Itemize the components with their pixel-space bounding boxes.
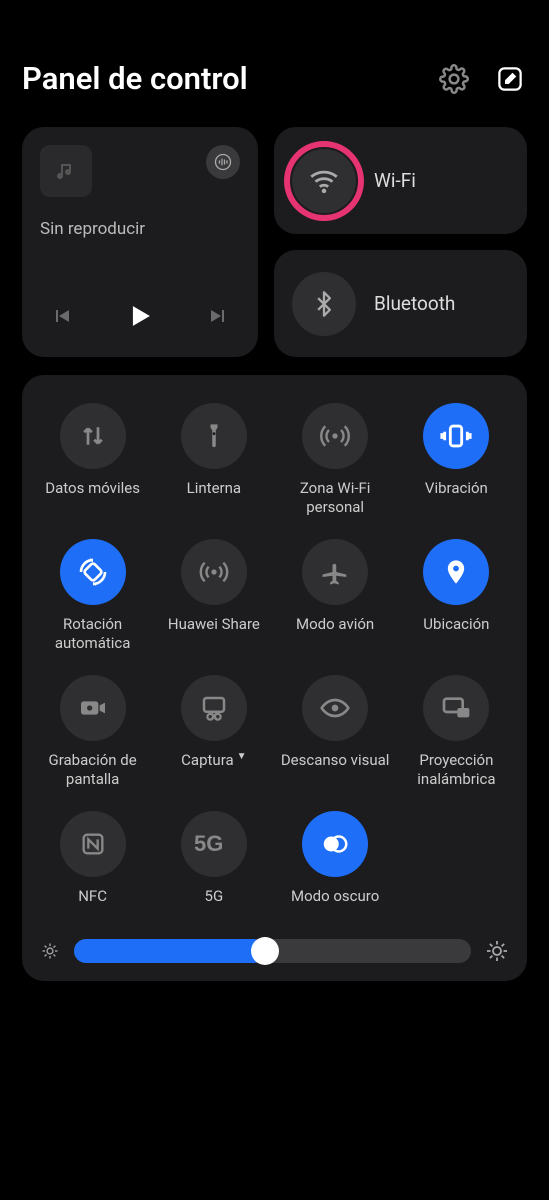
screenrec-icon <box>60 675 126 741</box>
tile-airplane[interactable]: Modo avión <box>279 539 392 653</box>
darkmode-icon <box>302 811 368 877</box>
tile-cast[interactable]: Proyección inalámbrica <box>400 675 513 789</box>
media-play-button[interactable] <box>123 299 157 333</box>
brightness-slider[interactable] <box>74 939 471 963</box>
tile-darkmode[interactable]: Modo oscuro <box>279 811 392 925</box>
play-icon <box>123 299 157 333</box>
brightness-high-icon <box>485 939 509 963</box>
data-arrows-icon <box>60 403 126 469</box>
brightness-fill <box>74 939 265 963</box>
header: Panel de control <box>22 0 527 127</box>
tile-huaweishare[interactable]: Huawei Share <box>157 539 270 653</box>
screenshot-icon <box>181 675 247 741</box>
bluetooth-toggle[interactable]: Bluetooth <box>274 250 527 357</box>
page-title: Panel de control <box>22 60 248 97</box>
tile-flashlight[interactable]: Linterna <box>157 403 270 517</box>
gear-icon <box>439 64 469 94</box>
media-next-button[interactable] <box>206 304 230 328</box>
fiveg-icon: 5G <box>181 811 247 877</box>
tile-label: Captura▼ <box>181 751 246 789</box>
cast-icon <box>423 675 489 741</box>
tile-label: 5G <box>205 887 224 925</box>
quick-tiles-grid: Datos móviles Linterna Zona Wi-Fi personal… <box>36 403 513 925</box>
nfc-icon <box>60 811 126 877</box>
tile-mobile-data[interactable]: Datos móviles <box>36 403 149 517</box>
media-controls <box>40 299 240 339</box>
airplane-icon <box>302 539 368 605</box>
tile-vibration[interactable]: Vibración <box>400 403 513 517</box>
brightness-row <box>36 939 513 963</box>
wifi-icon-wrap <box>292 149 356 213</box>
hotspot-icon <box>302 403 368 469</box>
tile-label: Modo oscuro <box>291 887 379 925</box>
media-card[interactable]: Sin reproducir <box>22 127 258 357</box>
audio-output-icon <box>213 152 233 172</box>
media-top <box>40 145 240 197</box>
tile-fiveg[interactable]: 5G 5G <box>157 811 270 925</box>
media-output-button[interactable] <box>206 145 240 179</box>
header-actions <box>437 62 527 96</box>
tile-label: Zona Wi-Fi personal <box>279 479 392 517</box>
chevron-down-icon: ▼ <box>237 751 247 764</box>
media-status: Sin reproducir <box>40 219 240 239</box>
tile-label: Modo avión <box>296 615 374 653</box>
media-artwork <box>40 145 92 197</box>
flashlight-icon <box>181 403 247 469</box>
bluetooth-icon <box>310 290 338 318</box>
svg-text:5G: 5G <box>194 831 223 856</box>
highlight-ring <box>284 141 364 221</box>
tile-label: Vibración <box>425 479 488 517</box>
tile-label: Descanso visual <box>281 751 390 789</box>
eye-icon <box>302 675 368 741</box>
tile-label: Ubicación <box>423 615 489 653</box>
tile-screenshot[interactable]: Captura▼ <box>157 675 270 789</box>
skip-previous-icon <box>50 304 74 328</box>
edit-icon <box>495 64 525 94</box>
wifi-label: Wi-Fi <box>374 169 416 192</box>
location-icon <box>423 539 489 605</box>
media-prev-button[interactable] <box>50 304 74 328</box>
tile-label: Huawei Share <box>168 615 260 653</box>
tile-hotspot[interactable]: Zona Wi-Fi personal <box>279 403 392 517</box>
tile-eyecomfort[interactable]: Descanso visual <box>279 675 392 789</box>
brightness-thumb[interactable] <box>251 937 279 965</box>
skip-next-icon <box>206 304 230 328</box>
music-note-icon <box>54 159 78 183</box>
top-row: Sin reproducir <box>22 127 527 357</box>
tile-label: Grabación de pantalla <box>36 751 149 789</box>
tile-location[interactable]: Ubicación <box>400 539 513 653</box>
settings-button[interactable] <box>437 62 471 96</box>
wifi-toggle[interactable]: Wi-Fi <box>274 127 527 234</box>
bluetooth-icon-wrap <box>292 272 356 336</box>
tile-label: NFC <box>78 887 107 925</box>
tile-nfc[interactable]: NFC <box>36 811 149 925</box>
vibration-icon <box>423 403 489 469</box>
tile-label: Datos móviles <box>45 479 140 517</box>
brightness-low-icon <box>40 941 60 961</box>
tile-screenrec[interactable]: Grabación de pantalla <box>36 675 149 789</box>
share-waves-icon <box>181 539 247 605</box>
tile-autorotate[interactable]: Rotación automática <box>36 539 149 653</box>
tile-label: Linterna <box>187 479 241 517</box>
tile-label: Rotación automática <box>36 615 149 653</box>
quick-tiles-card: Datos móviles Linterna Zona Wi-Fi personal… <box>22 375 527 981</box>
connectivity-column: Wi-Fi Bluetooth <box>274 127 527 357</box>
tile-label: Proyección inalámbrica <box>400 751 513 789</box>
rotate-icon <box>60 539 126 605</box>
edit-button[interactable] <box>493 62 527 96</box>
bluetooth-label: Bluetooth <box>374 292 455 315</box>
